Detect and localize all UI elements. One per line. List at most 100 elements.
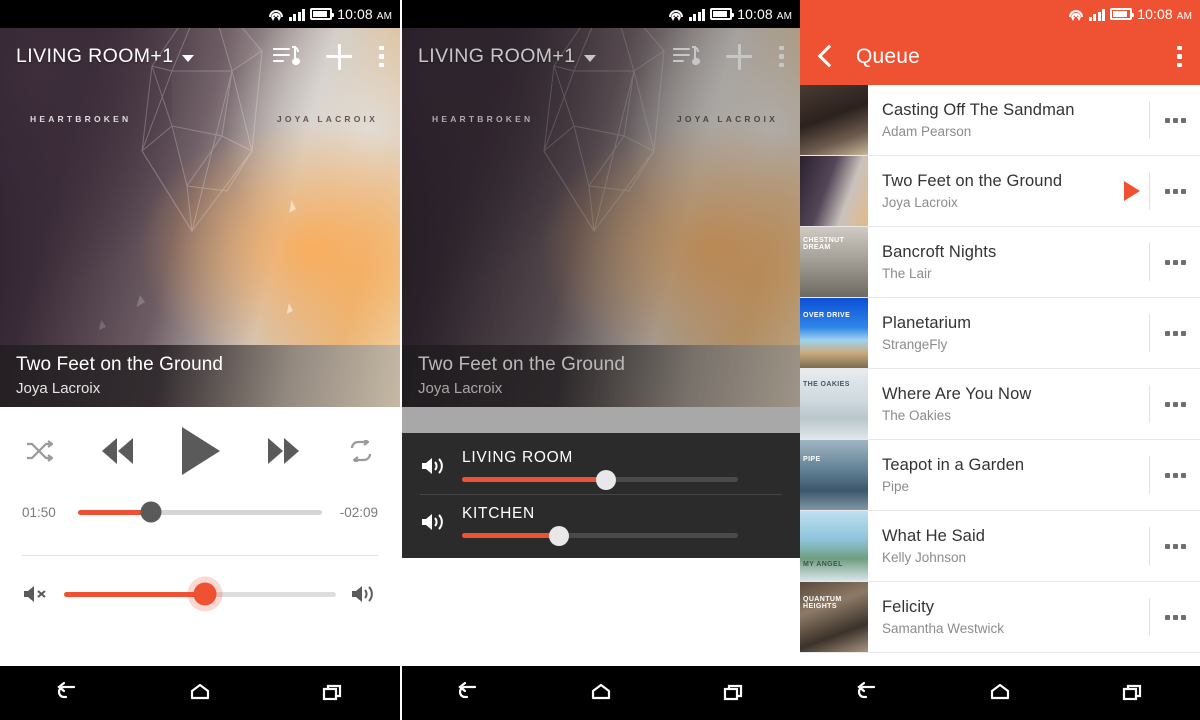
queue-music-icon[interactable] xyxy=(673,45,701,68)
row-overflow-menu-icon[interactable] xyxy=(1150,511,1200,581)
album-thumbnail-caption: MY ANGEL xyxy=(803,561,843,568)
row-overflow-menu-icon[interactable] xyxy=(1150,369,1200,439)
recents-nav-icon[interactable] xyxy=(318,680,348,706)
album-thumbnail-caption: OVER DRIVE xyxy=(803,312,851,319)
repeat-icon[interactable] xyxy=(348,440,374,462)
shuffle-icon[interactable] xyxy=(26,440,53,462)
chevron-down-icon[interactable] xyxy=(182,54,195,62)
row-overflow-menu-icon[interactable] xyxy=(1150,85,1200,155)
queue-song-artist: The Oakies xyxy=(882,408,952,423)
drawer-handle-band[interactable] xyxy=(402,407,800,433)
progress-row: 01:50 -02:09 xyxy=(0,495,400,529)
queue-song-artist: The Lair xyxy=(882,266,932,281)
speaker-icon[interactable] xyxy=(420,454,448,478)
plus-icon[interactable] xyxy=(726,43,752,70)
queue-row[interactable]: OVER DRIVE Planetarium StrangeFly xyxy=(800,298,1200,369)
master-volume-slider[interactable] xyxy=(64,582,336,606)
back-nav-icon[interactable] xyxy=(52,680,82,706)
queue-song-artist: StrangeFly xyxy=(882,337,948,352)
row-overflow-menu-icon[interactable] xyxy=(1150,227,1200,297)
next-track-icon[interactable] xyxy=(268,438,300,464)
now-playing-indicator xyxy=(1115,440,1149,510)
album-thumbnail-caption: PIPE xyxy=(803,456,821,463)
album-thumbnail: OVER DRIVE xyxy=(800,298,868,368)
queue-song-artist: Pipe xyxy=(882,479,910,494)
zone-volume-slider[interactable] xyxy=(462,469,738,490)
back-nav-icon[interactable] xyxy=(453,680,483,706)
now-playing-artist: Joya Lacroix xyxy=(16,380,101,397)
volume-high-icon[interactable] xyxy=(350,582,378,606)
queue-row[interactable]: PIPE Teapot in a Garden Pipe xyxy=(800,440,1200,511)
album-thumbnail-caption: THE OAKIES xyxy=(803,381,850,388)
now-playing-indicator xyxy=(1115,227,1149,297)
queue-song-title: Planetarium xyxy=(882,314,972,332)
battery-icon xyxy=(310,8,335,20)
album-thumbnail-caption: QUANTUM HEIGHTS xyxy=(803,596,842,610)
zone-row-kitchen[interactable]: KITCHEN xyxy=(402,495,800,550)
queue-row[interactable]: Casting Off The Sandman Adam Pearson xyxy=(800,85,1200,156)
status-bar-clock: 10:08 AM xyxy=(737,6,792,22)
queue-row[interactable]: CHESTNUT DREAM Bancroft Nights The Lair xyxy=(800,227,1200,298)
speaker-icon[interactable] xyxy=(420,510,448,534)
zone-selector-label[interactable]: LIVING ROOM+1 xyxy=(16,45,173,68)
queue-row[interactable]: THE OAKIES Where Are You Now The Oakies xyxy=(800,369,1200,440)
queue-song-title: Teapot in a Garden xyxy=(882,456,1025,474)
queue-song-artist: Kelly Johnson xyxy=(882,550,967,565)
row-overflow-menu-icon[interactable] xyxy=(1150,156,1200,226)
queue-row[interactable]: MY ANGEL What He Said Kelly Johnson xyxy=(800,511,1200,582)
back-arrow-icon[interactable] xyxy=(818,44,834,70)
now-playing-indicator xyxy=(1115,298,1149,368)
overflow-menu-icon[interactable] xyxy=(1177,44,1182,70)
album-thumbnail: THE OAKIES xyxy=(800,369,868,439)
row-overflow-menu-icon[interactable] xyxy=(1150,440,1200,510)
chevron-down-icon[interactable] xyxy=(584,54,597,62)
home-nav-icon[interactable] xyxy=(586,680,616,706)
panel-player-top: 10:08 AM xyxy=(0,0,400,28)
recents-nav-icon[interactable] xyxy=(1118,680,1148,706)
zone-volume-slider[interactable] xyxy=(462,525,738,546)
album-thumbnail-caption: CHESTNUT DREAM xyxy=(803,237,845,251)
seek-slider[interactable] xyxy=(78,501,322,523)
page-title: Queue xyxy=(856,44,921,68)
album-thumbnail: CHESTNUT DREAM xyxy=(800,227,868,297)
panel-player: 10:08 AM HEARTBROKEN JOYA LACROIX LIVING… xyxy=(0,0,400,720)
queue-song-title: Felicity xyxy=(882,598,935,616)
previous-track-icon[interactable] xyxy=(101,438,133,464)
play-icon xyxy=(1124,181,1140,201)
album-thumbnail: QUANTUM HEIGHTS xyxy=(800,582,868,652)
row-overflow-menu-icon[interactable] xyxy=(1150,298,1200,368)
home-nav-icon[interactable] xyxy=(985,680,1015,706)
queue-row-meta: Two Feet on the Ground Joya Lacroix xyxy=(868,156,1115,226)
now-playing-artist: Joya Lacroix xyxy=(418,380,503,397)
queue-row-meta: Planetarium StrangeFly xyxy=(868,298,1115,368)
zone-row-living-room[interactable]: LIVING ROOM xyxy=(402,439,800,494)
album-art: HEARTBROKEN JOYA LACROIX LIVING ROOM+1 xyxy=(402,0,800,345)
status-bar: 10:08 AM xyxy=(402,0,800,28)
queue-music-icon[interactable] xyxy=(273,45,301,68)
screenshot-root: 10:08 AM HEARTBROKEN JOYA LACROIX LIVING… xyxy=(0,0,1200,720)
overflow-menu-icon[interactable] xyxy=(779,44,784,70)
back-nav-icon[interactable] xyxy=(852,680,882,706)
zone-name: KITCHEN xyxy=(462,505,535,522)
elapsed-time: 01:50 xyxy=(22,504,56,520)
recents-nav-icon[interactable] xyxy=(719,680,749,706)
queue-row[interactable]: QUANTUM HEIGHTS Felicity Samantha Westwick xyxy=(800,582,1200,653)
row-overflow-menu-icon[interactable] xyxy=(1150,582,1200,652)
zone-name: LIVING ROOM xyxy=(462,449,574,466)
plus-icon[interactable] xyxy=(326,43,352,70)
zone-selector-label[interactable]: LIVING ROOM+1 xyxy=(418,45,575,68)
album-artist-art: JOYA LACROIX xyxy=(276,114,378,124)
play-icon[interactable] xyxy=(181,427,220,475)
volume-mute-icon[interactable] xyxy=(22,582,50,606)
queue-row[interactable]: Two Feet on the Ground Joya Lacroix xyxy=(800,156,1200,227)
overflow-menu-icon[interactable] xyxy=(379,44,384,70)
battery-icon xyxy=(710,8,735,20)
transport-controls xyxy=(0,407,400,495)
master-volume-row xyxy=(0,556,400,632)
queue-row-meta: Where Are You Now The Oakies xyxy=(868,369,1115,439)
empty-space xyxy=(402,558,800,662)
panel-zone-volumes: 10:08 AM HEARTBROKEN JOYA LACROIX LIVING… xyxy=(402,0,800,720)
now-playing-indicator xyxy=(1115,85,1149,155)
cellular-signal-icon xyxy=(288,8,306,21)
home-nav-icon[interactable] xyxy=(185,680,215,706)
